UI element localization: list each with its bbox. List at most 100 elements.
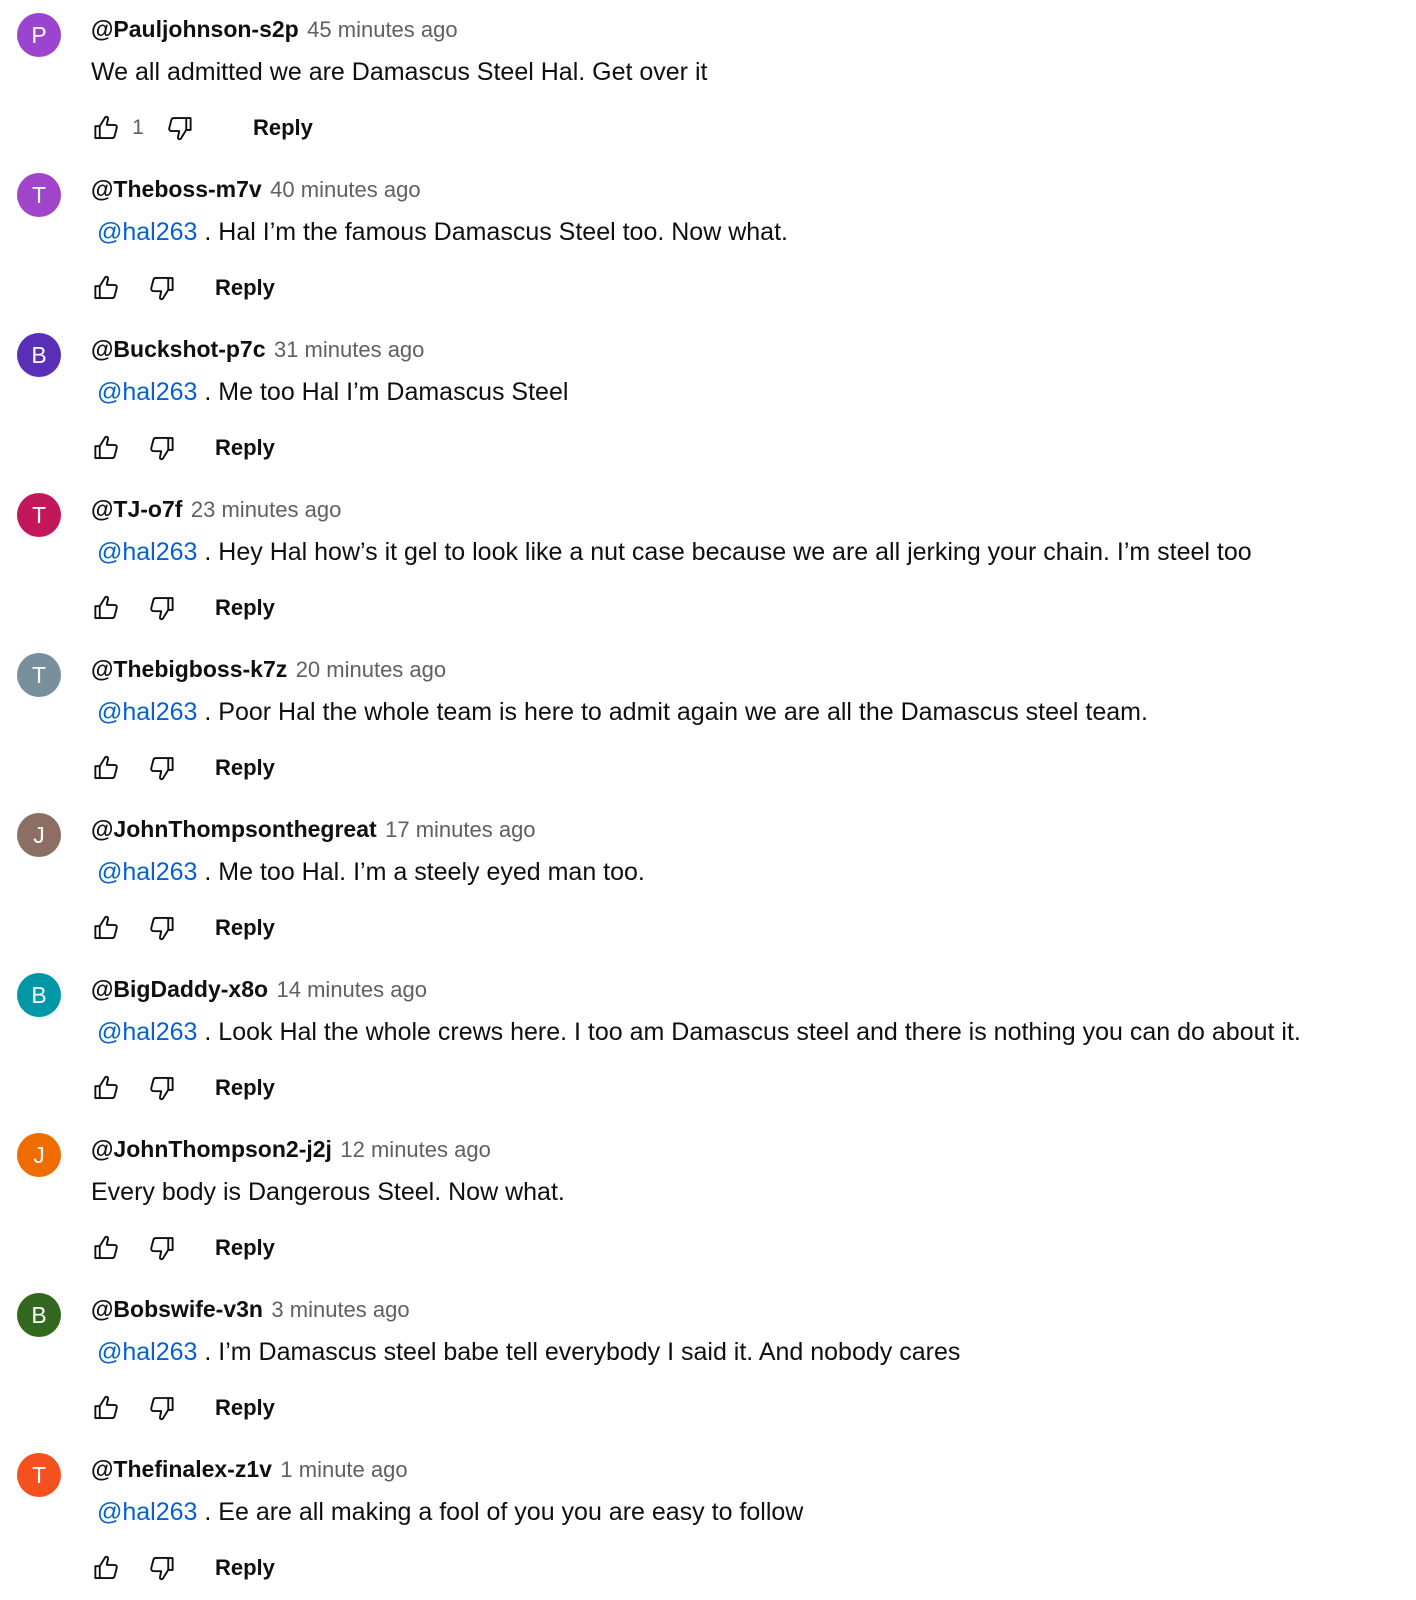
thumbs-up-icon[interactable] [91, 433, 121, 463]
comment-header: @Theboss-m7v 40 minutes ago [91, 174, 421, 208]
avatar[interactable]: T [17, 1453, 61, 1497]
mention-link[interactable]: @hal263 [97, 1498, 197, 1526]
mention-link[interactable]: @hal263 [97, 1338, 197, 1366]
comment-body-text: . Poor Hal the whole team is here to adm… [197, 698, 1148, 726]
thumbs-up-icon[interactable] [91, 273, 121, 303]
comment-header: @BigDaddy-x8o 14 minutes ago [91, 974, 427, 1008]
comments-section: P @Pauljohnson-s2p 45 minutes ago We all… [0, 0, 1416, 1600]
comment-header: @JohnThompsonthegreat 17 minutes ago [91, 814, 536, 848]
comment-text: @hal263 . Hey Hal how’s it gel to look l… [91, 535, 1252, 569]
comment-thread: T @Theboss-m7v 40 minutes ago @hal263 . … [0, 160, 1416, 320]
reply-button[interactable]: Reply [215, 1075, 275, 1101]
comment-thread: B @Bobswife-v3n 3 minutes ago @hal263 . … [0, 1280, 1416, 1440]
comment-header: @JohnThompson2-j2j 12 minutes ago [91, 1134, 491, 1168]
comment-header: @Bobswife-v3n 3 minutes ago [91, 1294, 410, 1328]
comment-timestamp[interactable]: 12 minutes ago [340, 1137, 490, 1162]
author-name[interactable]: @TJ-o7f [91, 496, 182, 522]
avatar[interactable]: J [17, 813, 61, 857]
thumbs-down-icon[interactable] [147, 1073, 177, 1103]
comment-body-text: . Look Hal the whole crews here. I too a… [197, 1018, 1301, 1046]
thumbs-down-icon[interactable] [147, 433, 177, 463]
reply-button[interactable]: Reply [253, 115, 313, 141]
thumbs-up-icon[interactable] [91, 1393, 121, 1423]
comment-body-text: Every body is Dangerous Steel. Now what. [91, 1178, 565, 1206]
comment-text: @hal263 . Ee are all making a fool of yo… [91, 1495, 803, 1529]
author-name[interactable]: @BigDaddy-x8o [91, 976, 268, 1002]
mention-link[interactable]: @hal263 [97, 378, 197, 406]
thumbs-down-icon[interactable] [147, 273, 177, 303]
avatar[interactable]: B [17, 333, 61, 377]
mention-link[interactable]: @hal263 [97, 218, 197, 246]
avatar[interactable]: B [17, 1293, 61, 1337]
comment-timestamp[interactable]: 1 minute ago [280, 1457, 407, 1482]
thumbs-up-icon[interactable] [91, 113, 121, 143]
comment-timestamp[interactable]: 3 minutes ago [271, 1297, 409, 1322]
comment-header: @Thebigboss-k7z 20 minutes ago [91, 654, 446, 688]
mention-link[interactable]: @hal263 [97, 858, 197, 886]
comment-actions: Reply [91, 268, 275, 308]
thumbs-down-icon[interactable] [147, 913, 177, 943]
reply-button[interactable]: Reply [215, 1555, 275, 1581]
comment-header: @Buckshot-p7c 31 minutes ago [91, 334, 424, 368]
comment-text: We all admitted we are Damascus Steel Ha… [91, 55, 707, 89]
author-name[interactable]: @JohnThompsonthegreat [91, 816, 377, 842]
comment-timestamp[interactable]: 31 minutes ago [274, 337, 424, 362]
reply-button[interactable]: Reply [215, 1235, 275, 1261]
comment-actions: Reply [91, 588, 275, 628]
thumbs-up-icon[interactable] [91, 913, 121, 943]
comment-header: @TJ-o7f 23 minutes ago [91, 494, 341, 528]
comment-text: @hal263 . Look Hal the whole crews here.… [91, 1015, 1301, 1049]
thumbs-up-icon[interactable] [91, 593, 121, 623]
mention-link[interactable]: @hal263 [97, 538, 197, 566]
comment-timestamp[interactable]: 17 minutes ago [385, 817, 535, 842]
thumbs-down-icon[interactable] [165, 113, 195, 143]
reply-button[interactable]: Reply [215, 595, 275, 621]
author-name[interactable]: @Pauljohnson-s2p [91, 16, 299, 42]
thumbs-down-icon[interactable] [147, 1393, 177, 1423]
comment-timestamp[interactable]: 45 minutes ago [307, 17, 457, 42]
reply-button[interactable]: Reply [215, 755, 275, 781]
reply-button[interactable]: Reply [215, 435, 275, 461]
thumbs-down-icon[interactable] [147, 1553, 177, 1583]
reply-button[interactable]: Reply [215, 915, 275, 941]
comment-text: @hal263 . Me too Hal. I’m a steely eyed … [91, 855, 645, 889]
reply-button[interactable]: Reply [215, 275, 275, 301]
avatar[interactable]: P [17, 13, 61, 57]
thumbs-down-icon[interactable] [147, 1233, 177, 1263]
comment-actions: Reply [91, 1388, 275, 1428]
comment-body-text: . I’m Damascus steel babe tell everybody… [197, 1338, 961, 1366]
comment-timestamp[interactable]: 23 minutes ago [191, 497, 341, 522]
thumbs-up-icon[interactable] [91, 1073, 121, 1103]
author-name[interactable]: @JohnThompson2-j2j [91, 1136, 332, 1162]
author-name[interactable]: @Theboss-m7v [91, 176, 262, 202]
reply-button[interactable]: Reply [215, 1395, 275, 1421]
thumbs-up-icon[interactable] [91, 753, 121, 783]
author-name[interactable]: @Buckshot-p7c [91, 336, 266, 362]
thumbs-up-icon[interactable] [91, 1233, 121, 1263]
comment-text: Every body is Dangerous Steel. Now what. [91, 1175, 565, 1209]
avatar[interactable]: T [17, 173, 61, 217]
comment-actions: Reply [91, 1548, 275, 1588]
thumbs-down-icon[interactable] [147, 593, 177, 623]
comment-thread: B @Buckshot-p7c 31 minutes ago @hal263 .… [0, 320, 1416, 480]
avatar[interactable]: T [17, 493, 61, 537]
avatar[interactable]: J [17, 1133, 61, 1177]
thumbs-up-icon[interactable] [91, 1553, 121, 1583]
author-name[interactable]: @Thebigboss-k7z [91, 656, 287, 682]
comment-body-text: . Ee are all making a fool of you you ar… [197, 1498, 804, 1526]
comment-body-text: . Me too Hal I’m Damascus Steel [197, 378, 569, 406]
comment-timestamp[interactable]: 40 minutes ago [270, 177, 420, 202]
mention-link[interactable]: @hal263 [97, 1018, 197, 1046]
comment-thread: T @Thebigboss-k7z 20 minutes ago @hal263… [0, 640, 1416, 800]
mention-link[interactable]: @hal263 [97, 698, 197, 726]
thumbs-down-icon[interactable] [147, 753, 177, 783]
avatar[interactable]: B [17, 973, 61, 1017]
comment-text: @hal263 . Me too Hal I’m Damascus Steel [91, 375, 568, 409]
comment-body-text: We all admitted we are Damascus Steel Ha… [91, 58, 708, 86]
comment-actions: Reply [91, 908, 275, 948]
author-name[interactable]: @Bobswife-v3n [91, 1296, 263, 1322]
author-name[interactable]: @Thefinalex-z1v [91, 1456, 272, 1482]
avatar[interactable]: T [17, 653, 61, 697]
comment-timestamp[interactable]: 20 minutes ago [296, 657, 446, 682]
comment-timestamp[interactable]: 14 minutes ago [277, 977, 427, 1002]
